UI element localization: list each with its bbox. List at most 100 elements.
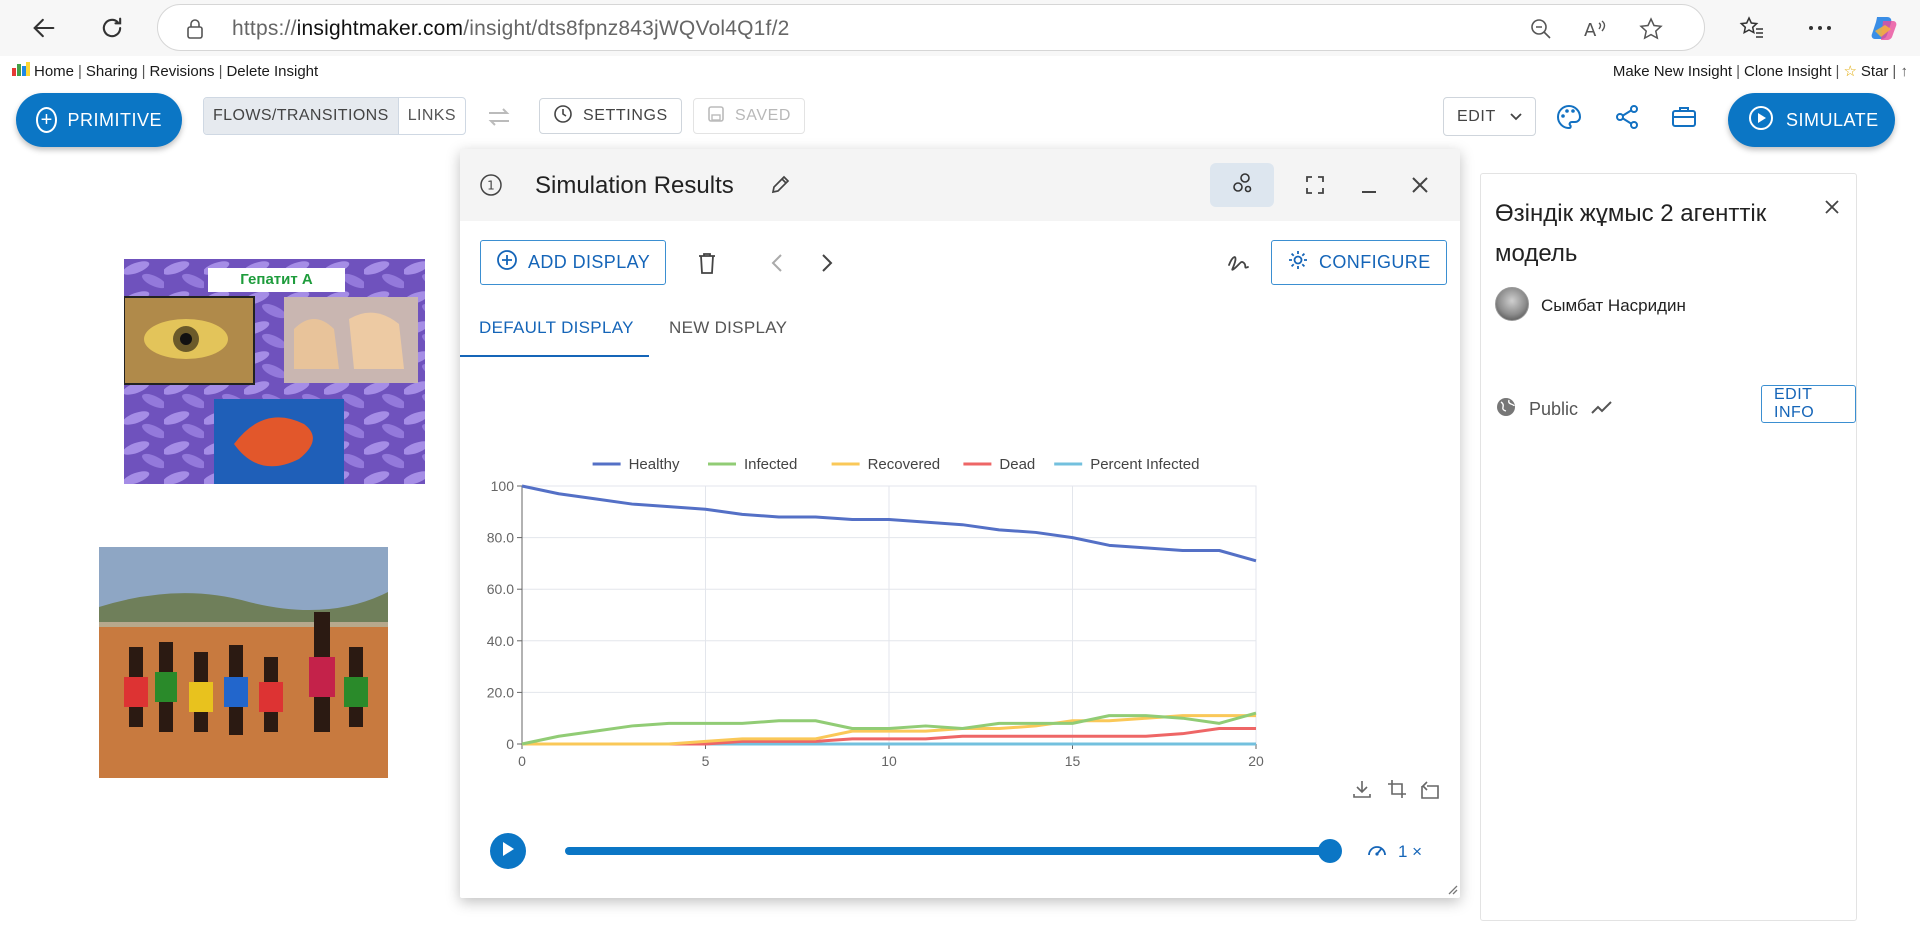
make-new-insight-link[interactable]: Make New Insight: [1613, 63, 1732, 80]
minimize-icon[interactable]: [1354, 170, 1384, 200]
lock-icon[interactable]: [182, 16, 208, 42]
edit-dropdown[interactable]: EDIT: [1443, 97, 1536, 136]
trend-icon: [1590, 398, 1614, 421]
visibility-row: Public: [1495, 396, 1614, 423]
time-slider-track[interactable]: [565, 847, 1330, 855]
x-tick-label: 20: [1248, 753, 1264, 767]
pencil-icon[interactable]: [765, 170, 795, 200]
plus-circle-icon: +: [36, 107, 58, 133]
window-header: 1 Simulation Results: [460, 149, 1460, 221]
window-title: Simulation Results: [535, 172, 734, 199]
simulation-results-window: 1 Simulation Results ADD DISPLAY CONFIGU…: [460, 149, 1460, 898]
clone-insight-link[interactable]: Clone Insight: [1744, 63, 1832, 80]
y-tick-label: 40.0: [487, 633, 514, 649]
links-toggle[interactable]: LINKS: [397, 98, 465, 134]
avatar[interactable]: [1495, 287, 1529, 321]
x-tick-label: 15: [1065, 753, 1081, 767]
browser-toolbar: https://insightmaker.com/insight/dts8fpn…: [0, 0, 1920, 56]
x-tick-label: 5: [702, 753, 710, 767]
delete-insight-link[interactable]: Delete Insight: [226, 63, 318, 80]
legend-item: Healthy: [629, 456, 680, 473]
swap-icon[interactable]: [484, 102, 514, 132]
tab-new-display[interactable]: NEW DISPLAY: [669, 318, 787, 338]
svg-text:A: A: [1584, 20, 1597, 41]
insight-title: Өзіндік жұмыс 2 агенттік модель: [1495, 200, 1767, 267]
signature-icon[interactable]: [1224, 248, 1254, 278]
chevron-down-icon: [1510, 108, 1522, 126]
clock-icon: [553, 104, 573, 129]
speedometer-icon: [1366, 839, 1388, 864]
insight-maker-logo-icon: [12, 62, 30, 80]
saved-button[interactable]: SAVED: [693, 98, 806, 134]
play-icon: [501, 841, 515, 862]
speed-control[interactable]: 1 ×: [1366, 839, 1422, 864]
time-slider-handle[interactable]: [1318, 839, 1342, 863]
save-disk-icon: [707, 105, 725, 128]
zoom-select-icon[interactable]: [1382, 774, 1412, 804]
address-bar[interactable]: https://insightmaker.com/insight/dts8fpn…: [157, 4, 1705, 51]
scenarios-button[interactable]: [1210, 163, 1274, 207]
gear-icon: [1287, 249, 1309, 276]
x-tick-label: 0: [518, 753, 526, 767]
simulate-button[interactable]: SIMULATE: [1728, 93, 1895, 147]
reload-icon[interactable]: [94, 10, 130, 46]
legend-item: Dead: [999, 456, 1035, 473]
star-link[interactable]: Star: [1861, 63, 1889, 80]
home-link[interactable]: Home: [34, 63, 74, 80]
zoom-reset-icon[interactable]: [1415, 774, 1445, 804]
x-tick-label: 10: [881, 753, 897, 767]
insight-info-panel: Өзіндік жұмыс 2 агенттік модель Сымбат Н…: [1480, 173, 1857, 921]
revisions-link[interactable]: Revisions: [150, 63, 215, 80]
tab-default-display[interactable]: DEFAULT DISPLAY: [479, 318, 634, 338]
settings-button[interactable]: SETTINGS: [539, 98, 682, 134]
share-icon[interactable]: [1612, 102, 1642, 132]
resize-handle-icon[interactable]: [1445, 882, 1459, 896]
results-chart: 020.040.060.080.010005101520Time (Years)…: [460, 367, 1460, 767]
legend-item: Recovered: [868, 456, 941, 473]
svg-text:1: 1: [487, 179, 495, 193]
play-circle-icon: [1748, 105, 1774, 136]
favorite-star-icon[interactable]: [1638, 16, 1664, 42]
scenarios-icon: [1229, 170, 1255, 201]
sharing-link[interactable]: Sharing: [86, 63, 138, 80]
add-display-button[interactable]: ADD DISPLAY: [480, 240, 667, 285]
primitive-button[interactable]: + PRIMITIVE: [16, 93, 182, 147]
edit-info-button[interactable]: EDIT INFO: [1761, 385, 1856, 423]
fullscreen-icon[interactable]: [1300, 170, 1330, 200]
connection-type-toggle: FLOWS/TRANSITIONS LINKS: [203, 97, 466, 135]
copilot-icon[interactable]: [1868, 12, 1900, 44]
chart-svg: 020.040.060.080.010005101520Time (Years)…: [487, 456, 1264, 767]
close-icon[interactable]: [1817, 192, 1847, 222]
back-icon[interactable]: [26, 10, 62, 46]
flows-transitions-toggle[interactable]: FLOWS/TRANSITIONS: [204, 98, 398, 134]
author-name[interactable]: Сымбат Насридин: [1541, 296, 1686, 316]
url-text[interactable]: https://insightmaker.com/insight/dts8fpn…: [232, 17, 790, 41]
trash-icon[interactable]: [692, 248, 722, 278]
insight-link-bar: Home | Sharing | Revisions | Delete Insi…: [0, 58, 1920, 84]
configure-button[interactable]: CONFIGURE: [1271, 240, 1447, 285]
y-tick-label: 20.0: [487, 684, 514, 700]
zoom-icon[interactable]: [1528, 16, 1554, 42]
legend-item: Percent Infected: [1090, 456, 1199, 473]
plus-circle-icon: [496, 249, 518, 276]
y-tick-label: 0: [506, 736, 514, 752]
download-icon[interactable]: [1347, 774, 1377, 804]
star-icon[interactable]: ☆: [1843, 62, 1856, 80]
close-icon[interactable]: [1405, 170, 1435, 200]
chevron-left-icon[interactable]: [762, 248, 792, 278]
more-options-icon[interactable]: [1804, 12, 1836, 44]
image-caption: Гепатит А: [208, 268, 345, 292]
y-tick-label: 100: [491, 478, 515, 494]
dance-photo-image[interactable]: [99, 547, 388, 778]
step-number-icon: 1: [476, 170, 506, 200]
play-button[interactable]: [490, 833, 526, 869]
favorites-icon[interactable]: [1736, 12, 1768, 44]
chevron-right-icon[interactable]: [812, 248, 842, 278]
active-tab-indicator: [460, 355, 649, 357]
y-tick-label: 60.0: [487, 581, 514, 597]
hepatitis-a-image[interactable]: Гепатит А: [124, 259, 425, 484]
palette-icon[interactable]: [1554, 102, 1584, 132]
legend-item: Infected: [744, 456, 797, 473]
toolbox-icon[interactable]: [1669, 102, 1699, 132]
read-aloud-icon[interactable]: A: [1583, 16, 1609, 42]
